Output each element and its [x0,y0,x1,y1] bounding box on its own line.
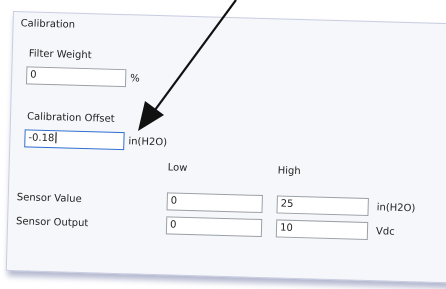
arrow-head [138,101,164,131]
arrow-shaft [154,0,237,111]
annotation-arrow [138,0,237,131]
